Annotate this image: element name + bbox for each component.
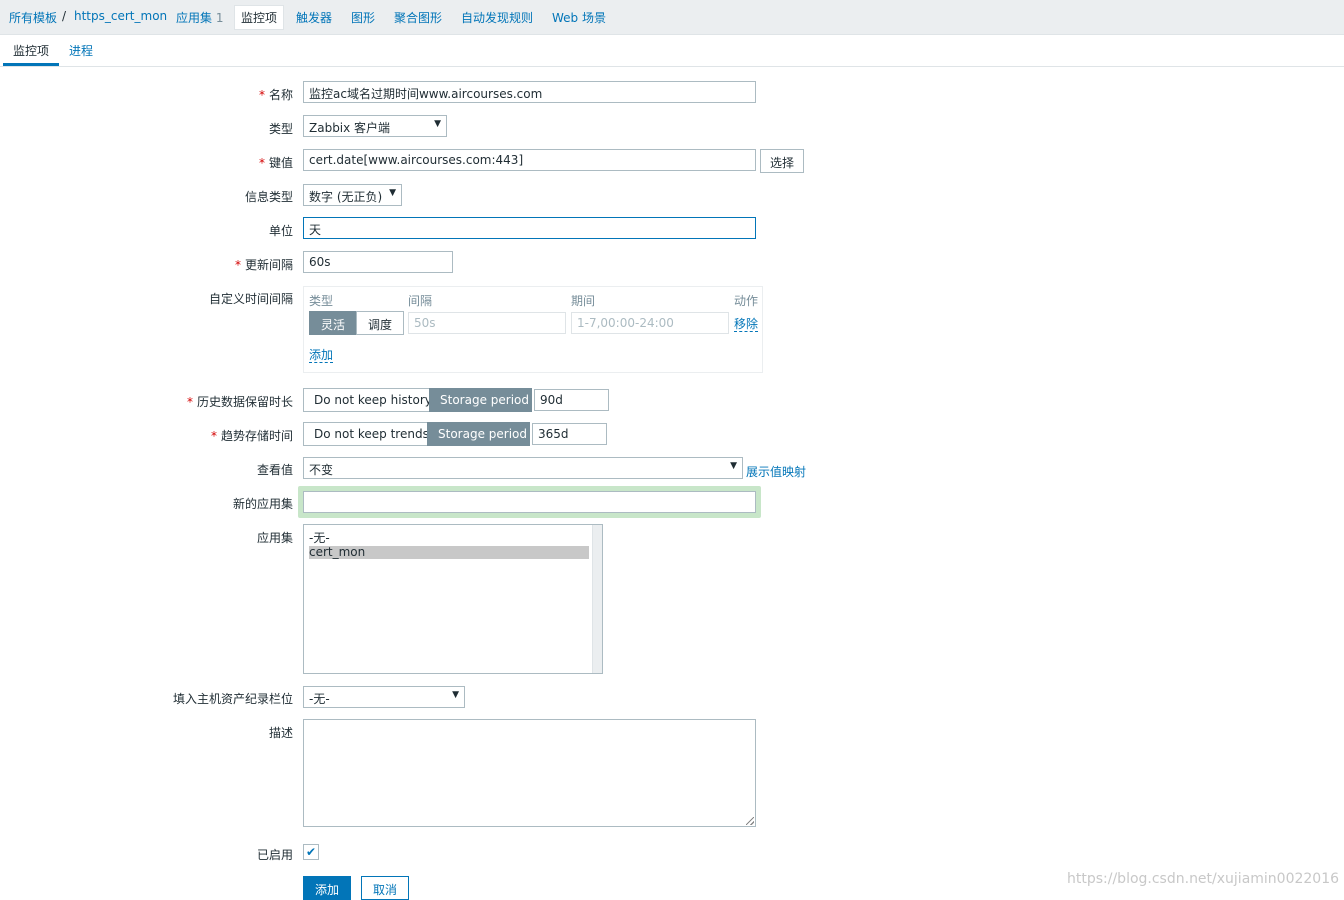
add-button[interactable]: 添加 — [303, 876, 351, 900]
value-type-select[interactable]: 数字 (无正负) ▼ — [303, 184, 402, 206]
nav-items[interactable]: 监控项 — [234, 5, 285, 30]
required-marker: * — [210, 429, 217, 443]
valuemap-label: 查看值 — [256, 463, 293, 477]
delay-label: * 更新间隔 — [235, 256, 293, 273]
key-select-button[interactable]: 选择 — [760, 149, 805, 173]
interval-delay-input[interactable]: 50s — [408, 312, 566, 334]
inventory-select[interactable]: -无- ▼ — [303, 686, 465, 708]
active-tab-indicator — [3, 63, 59, 66]
nav-discovery[interactable]: 自动发现规则 — [461, 9, 533, 26]
history-input[interactable]: 90d — [534, 389, 609, 411]
key-input[interactable]: cert.date[www.aircourses.com:443] — [303, 149, 756, 171]
col-period-header: 期间 — [571, 294, 596, 308]
chevron-down-icon: ▼ — [434, 119, 441, 129]
nav-triggers[interactable]: 触发器 — [296, 9, 332, 26]
key-label-text: 键值 — [268, 156, 293, 170]
breadcrumb-template[interactable]: https_cert_mon — [74, 9, 167, 23]
enabled-label: 已启用 — [256, 848, 293, 862]
valuemap-select-value: 不变 — [309, 463, 334, 477]
enabled-checkbox[interactable]: ✔ — [303, 844, 319, 860]
delay-label-text: 更新间隔 — [244, 258, 293, 272]
application-option-none[interactable]: -无- — [309, 532, 589, 545]
history-label: * 历史数据保留时长 — [187, 393, 293, 410]
history-label-text: 历史数据保留时长 — [196, 395, 293, 409]
interval-period-input[interactable]: 1-7,00:00-24:00 — [571, 312, 729, 334]
name-input[interactable]: 监控ac域名过期时间www.aircourses.com — [303, 81, 756, 103]
chevron-down-icon: ▼ — [730, 461, 737, 471]
interval-flexible-toggle[interactable]: 灵活 — [309, 311, 357, 335]
chevron-down-icon: ▼ — [452, 690, 459, 700]
col-interval-header: 间隔 — [408, 294, 433, 308]
breadcrumb-separator: / — [62, 9, 67, 23]
trends-label-text: 趋势存储时间 — [220, 429, 293, 443]
name-label: * 名称 — [259, 86, 293, 103]
interval-add-link[interactable]: 添加 — [309, 348, 334, 363]
application-option-cert-mon[interactable]: cert_mon — [309, 546, 589, 559]
watermark: https://blog.csdn.net/xujiamin0022016 — [1067, 871, 1340, 887]
name-label-text: 名称 — [268, 88, 293, 102]
inventory-label: 填入主机资产纪录栏位 — [172, 692, 293, 706]
cancel-button[interactable]: 取消 — [361, 876, 409, 900]
required-marker: * — [234, 258, 241, 272]
chevron-down-icon: ▼ — [389, 188, 396, 198]
nav-graphs[interactable]: 图形 — [351, 9, 375, 26]
value-type-label: 信息类型 — [244, 190, 293, 204]
description-textarea[interactable] — [303, 719, 756, 827]
type-select[interactable]: Zabbix 客户端 ▼ — [303, 115, 447, 137]
units-label: 单位 — [268, 224, 293, 238]
nav-applications-count: 1 — [215, 11, 224, 25]
trends-input[interactable]: 365d — [532, 423, 607, 445]
show-valuemap-link[interactable]: 展示值映射 — [746, 463, 806, 480]
nav-applications-label: 应用集 — [176, 11, 213, 25]
new-application-label: 新的应用集 — [232, 497, 293, 511]
col-action-header: 动作 — [734, 294, 759, 308]
inventory-select-value: -无- — [309, 692, 330, 706]
required-marker: * — [186, 395, 193, 409]
breadcrumb-all-templates[interactable]: 所有模板 — [9, 9, 57, 26]
required-marker: * — [258, 156, 265, 170]
nav-applications[interactable]: 应用集 1 — [176, 9, 223, 26]
interval-remove-link[interactable]: 移除 — [734, 317, 759, 332]
value-type-select-value: 数字 (无正负) — [309, 190, 383, 204]
key-label: * 键值 — [259, 154, 293, 171]
checkmark-icon: ✔ — [306, 845, 317, 859]
trends-do-not-keep-toggle[interactable]: Do not keep trends — [303, 422, 429, 446]
new-application-input[interactable] — [303, 491, 756, 513]
interval-scheduling-toggle[interactable]: 调度 — [356, 311, 404, 335]
required-marker: * — [258, 88, 265, 102]
delay-input[interactable]: 60s — [303, 251, 453, 273]
applications-label: 应用集 — [256, 531, 293, 545]
tab-bar: 监控项 进程 — [0, 35, 1344, 67]
nav-web[interactable]: Web 场景 — [552, 9, 606, 26]
type-select-value: Zabbix 客户端 — [309, 121, 391, 135]
history-do-not-keep-toggle[interactable]: Do not keep history — [303, 388, 432, 412]
tab-process[interactable]: 进程 — [69, 42, 93, 59]
top-navigation: 所有模板 / https_cert_mon 应用集 1 监控项 触发器 图形 聚… — [0, 0, 1344, 35]
valuemap-select[interactable]: 不变 ▼ — [303, 457, 743, 479]
col-type-header: 类型 — [309, 294, 334, 308]
resize-grip-icon[interactable] — [746, 817, 754, 825]
history-storage-period-toggle[interactable]: Storage period — [429, 388, 532, 412]
nav-screens[interactable]: 聚合图形 — [394, 9, 442, 26]
type-label: 类型 — [268, 122, 293, 136]
custom-intervals-label: 自定义时间间隔 — [208, 292, 293, 306]
trends-storage-period-toggle[interactable]: Storage period — [427, 422, 530, 446]
applications-listbox[interactable]: -无- cert_mon — [303, 524, 603, 674]
units-input[interactable]: 天 — [303, 217, 756, 239]
description-label: 描述 — [268, 726, 293, 740]
listbox-scrollbar[interactable] — [592, 525, 602, 673]
tab-item[interactable]: 监控项 — [13, 42, 49, 59]
trends-label: * 趋势存储时间 — [211, 427, 293, 444]
